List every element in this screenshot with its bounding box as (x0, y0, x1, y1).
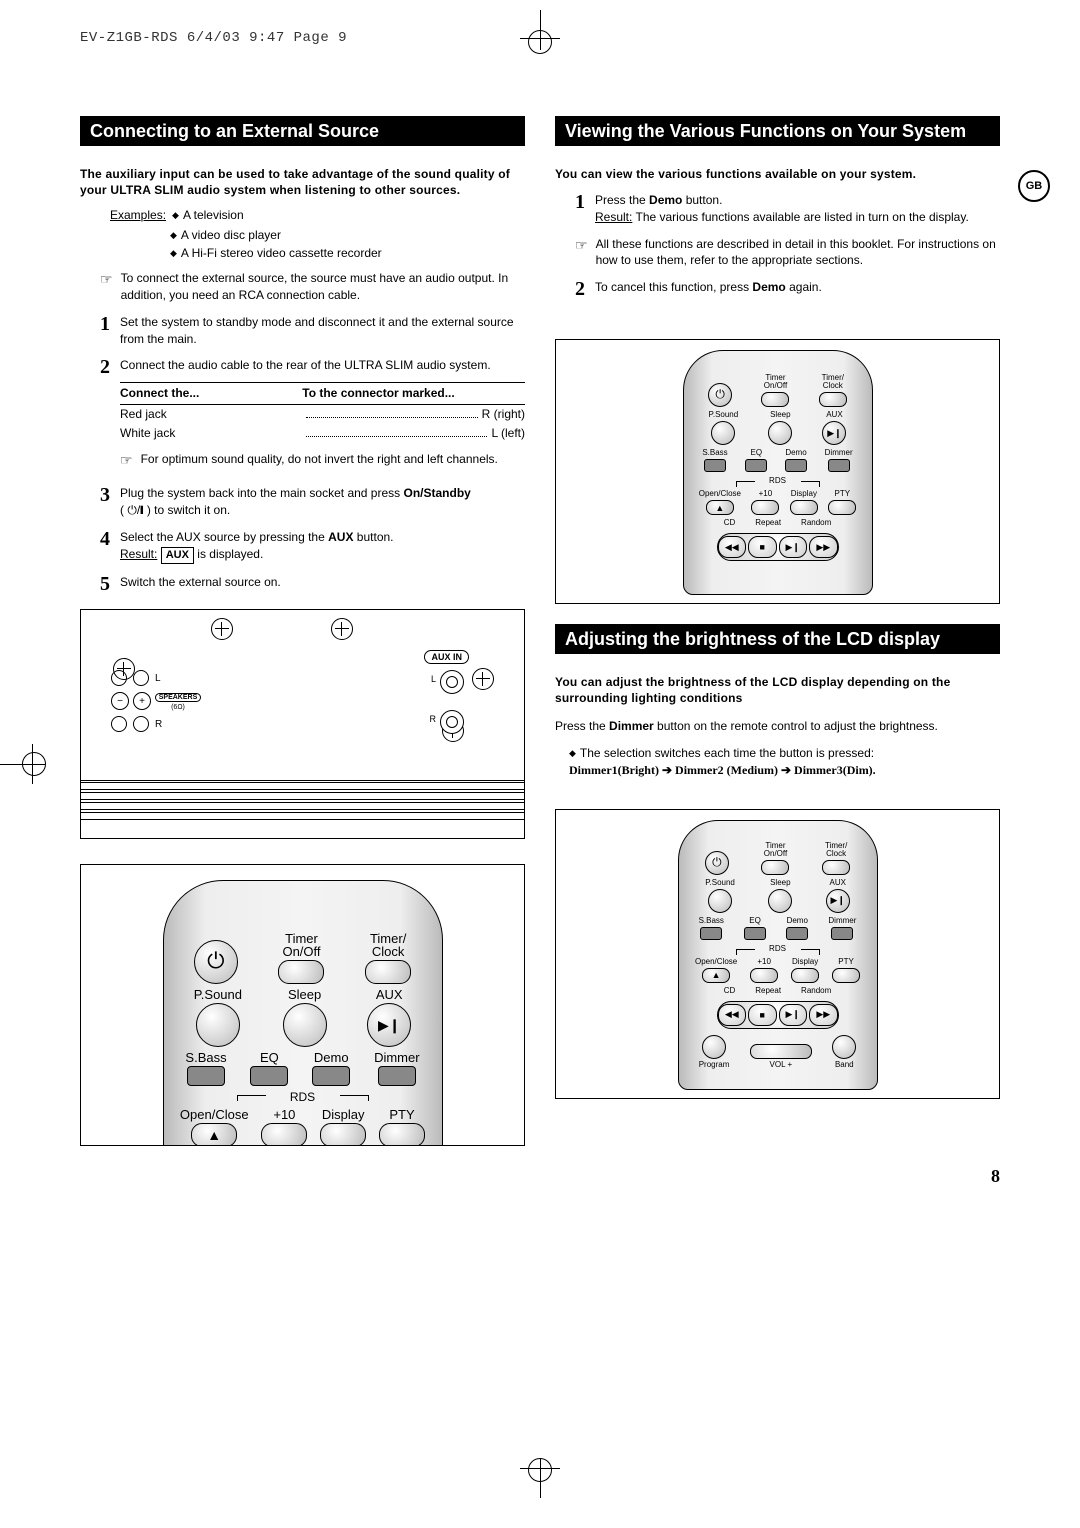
dimmer-sequence: The selection switches each time the but… (569, 745, 1000, 779)
pointer-icon: ☞ (100, 272, 113, 306)
aux-result-box: AUX (161, 547, 194, 564)
conn-head-right: To the connector marked... (302, 385, 525, 402)
rds-bracket: RDS (679, 944, 877, 954)
crop-mark-left (0, 734, 45, 794)
examples-label: Examples: (110, 208, 166, 222)
page-number: 8 (80, 1166, 1000, 1187)
crop-mark-bottom (510, 1458, 570, 1498)
aux-socket-l (440, 670, 464, 694)
pointer-note-booklet: ☞ All these functions are described in d… (575, 236, 1000, 270)
crop-mark-top (510, 10, 570, 50)
step-1: 1 Set the system to standby mode and dis… (90, 314, 525, 348)
plus10-button (751, 500, 779, 515)
step-4: 4 Select the AUX source by pressing the … (90, 529, 525, 564)
timer-clock-button (819, 392, 847, 407)
pty-button (379, 1123, 425, 1146)
example-3: A Hi-Fi stereo video cassette recorder (170, 244, 382, 262)
rds-bracket: RDS (164, 1090, 442, 1104)
sleep-button (283, 1003, 327, 1047)
band-button (832, 1035, 856, 1059)
eq-button (250, 1066, 288, 1086)
view-step-2: 2 To cancel this function, press Demo ag… (565, 279, 1000, 299)
pty-button (832, 968, 860, 983)
sleep-button (768, 889, 792, 913)
power-button (705, 851, 729, 875)
plus10-button (261, 1123, 307, 1146)
conn-row-white-val: L (left) (491, 425, 525, 442)
sbass-button (187, 1066, 225, 1086)
psound-button (196, 1003, 240, 1047)
plus10-button (750, 968, 778, 983)
remote-illustration-small: TimerOn/Off Timer/Clock P.Sound Sleep AU… (555, 809, 1000, 1099)
sbass-button (700, 927, 722, 940)
transport-controls: ◀◀■▶❙▶▶ (717, 1001, 839, 1029)
display-button (791, 968, 819, 983)
remote-illustration-medium: TimerOn/Off Timer/Clock P.Sound Sleep AU… (555, 339, 1000, 604)
program-button (702, 1035, 726, 1059)
pointer-icon: ☞ (120, 453, 133, 470)
dimmer-instruction: Press the Dimmer button on the remote co… (555, 718, 1000, 735)
conn-row-red-label: Red jack (120, 406, 302, 423)
examples-row: Examples: A television (110, 208, 525, 222)
gb-badge: GB (1018, 170, 1050, 202)
timer-clock-button (365, 960, 411, 984)
conn-row-white-label: White jack (120, 425, 302, 442)
speaker-terminals: L −+ SPEAKERS (6Ω) R (111, 665, 201, 737)
timer-clock-button (822, 860, 850, 875)
timer-onoff-button (278, 960, 324, 984)
section-title-connecting: Connecting to an External Source (80, 116, 525, 146)
psound-button (708, 889, 732, 913)
display-button (320, 1123, 366, 1146)
pointer-note-rca: ☞ To connect the external source, the so… (100, 270, 525, 304)
aux-in-label: AUX IN (424, 650, 469, 664)
connector-table: Connect the... To the connector marked..… (120, 382, 525, 442)
power-button (194, 940, 238, 984)
power-icon: ⏻/❙ (127, 503, 143, 517)
aux-socket-r (440, 710, 464, 734)
power-button (708, 383, 732, 407)
openclose-button: ▲ (706, 500, 734, 515)
pointer-icon: ☞ (575, 238, 588, 272)
demo-button (312, 1066, 350, 1086)
sleep-button (768, 421, 792, 445)
example-2: A video disc player (170, 226, 281, 244)
eq-button (744, 927, 766, 940)
demo-button (785, 459, 807, 472)
section-title-brightness: Adjusting the brightness of the LCD disp… (555, 624, 1000, 654)
step2-note: For optimum sound quality, do not invert… (141, 451, 498, 468)
dimmer-button (378, 1066, 416, 1086)
timer-onoff-button (761, 392, 789, 407)
conn-row-red-val: R (right) (482, 406, 525, 423)
step-3: 3 Plug the system back into the main soc… (90, 485, 525, 519)
view-step-1: 1 Press the Demo button. Result: The var… (565, 192, 1000, 226)
display-button (790, 500, 818, 515)
section-title-viewing: Viewing the Various Functions on Your Sy… (555, 116, 1000, 146)
remote-illustration-large: TimerOn/Off Timer/Clock P.Sound Sleep AU… (80, 864, 525, 1146)
pty-button (828, 500, 856, 515)
psound-button (711, 421, 735, 445)
step-5: 5 Switch the external source on. (90, 574, 525, 594)
aux-button: ▶❙ (367, 1003, 411, 1047)
demo-button (786, 927, 808, 940)
intro-connecting: The auxiliary input can be used to take … (80, 166, 525, 198)
dimmer-button (831, 927, 853, 940)
timer-onoff-button (761, 860, 789, 875)
example-1: A television (172, 208, 244, 222)
transport-controls: ◀◀■▶❙▶▶ (717, 533, 839, 561)
rds-bracket: RDS (684, 476, 872, 486)
openclose-button: ▲ (191, 1123, 237, 1146)
vol-button (750, 1044, 812, 1059)
conn-head-left: Connect the... (120, 385, 302, 402)
aux-button: ▶❙ (826, 889, 850, 913)
intro-brightness: You can adjust the brightness of the LCD… (555, 674, 1000, 706)
rear-panel-illustration: AUX IN L R L −+ SPEAKERS (6Ω) R (80, 609, 525, 839)
eq-button (745, 459, 767, 472)
intro-viewing: You can view the various functions avail… (555, 166, 1000, 182)
aux-button: ▶❙ (822, 421, 846, 445)
openclose-button: ▲ (702, 968, 730, 983)
dimmer-button (828, 459, 850, 472)
step-2: 2 Connect the audio cable to the rear of… (90, 357, 525, 475)
pointer-text: To connect the external source, the sour… (121, 270, 525, 304)
sbass-button (704, 459, 726, 472)
